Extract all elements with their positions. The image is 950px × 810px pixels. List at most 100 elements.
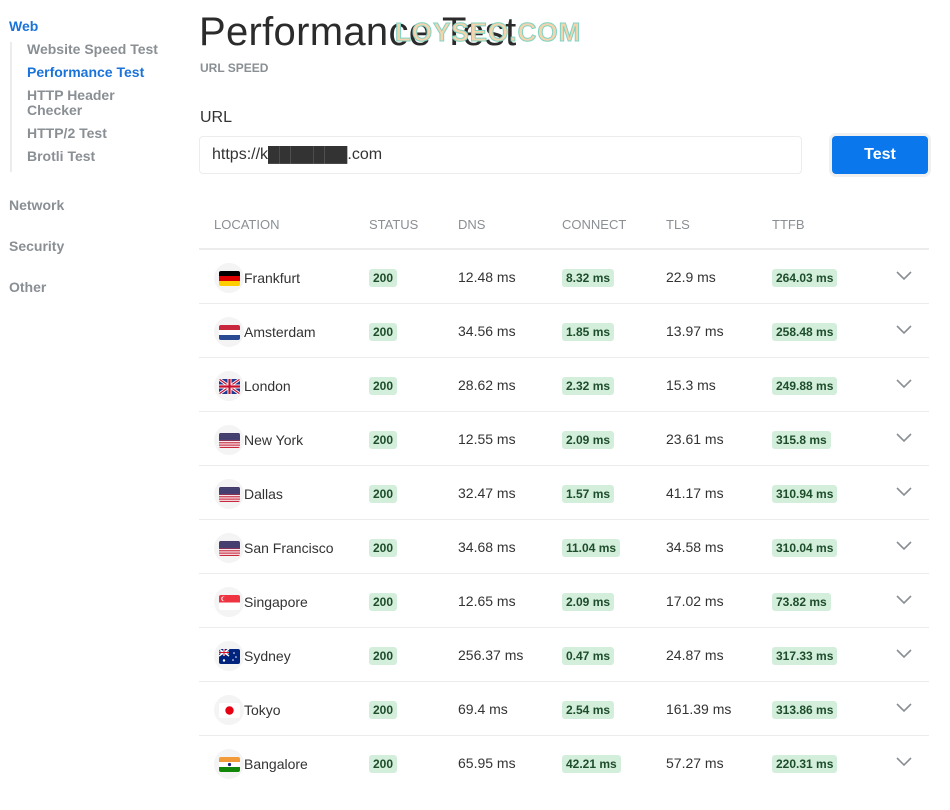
connect-badge: 42.21 ms [562,755,621,773]
connect-badge: 2.54 ms [562,701,615,719]
sidebar-item-website-speed-test[interactable]: Website Speed Test [27,42,180,57]
expand-row-button[interactable] [895,374,913,392]
tls-value: 15.3 ms [666,377,716,393]
table-row-singapore[interactable]: Singapore 200 12.65 ms 2.09 ms 17.02 ms … [199,574,929,628]
ttfb-cell: 220.31 ms [772,755,838,773]
sidebar-section-network[interactable]: Network [9,197,64,213]
table-row-frankfurt[interactable]: Frankfurt 200 12.48 ms 8.32 ms 22.9 ms 2… [199,250,929,304]
column-header-dns: DNS [458,217,486,232]
dns-value: 32.47 ms [458,485,516,501]
connect-badge: 11.04 ms [562,539,621,557]
ttfb-cell: 313.86 ms [772,701,838,719]
expand-row-button[interactable] [895,590,913,608]
status-cell: 200 [369,647,398,665]
column-header-tls: TLS [666,217,690,232]
column-header-status: STATUS [369,217,419,232]
expand-row-button[interactable] [895,482,913,500]
table-body: Frankfurt 200 12.48 ms 8.32 ms 22.9 ms 2… [199,250,929,790]
status-badge: 200 [369,539,398,557]
connect-badge: 1.57 ms [562,485,615,503]
tls-value: 22.9 ms [666,269,716,285]
sidebar-item-performance-test[interactable]: Performance Test [27,65,180,80]
table-row-dallas[interactable]: Dallas 200 32.47 ms 1.57 ms 41.17 ms 310… [199,466,929,520]
table-row-amsterdam[interactable]: Amsterdam 200 34.56 ms 1.85 ms 13.97 ms … [199,304,929,358]
sidebar-item-brotli-test[interactable]: Brotli Test [27,149,180,164]
sidebar-item-http2-test[interactable]: HTTP/2 Test [27,126,180,141]
expand-row-button[interactable] [895,752,913,770]
location-cell: Dallas [214,479,283,509]
table-row-bangalore[interactable]: Bangalore 200 65.95 ms 42.21 ms 57.27 ms… [199,736,929,790]
sidebar-item-http-header-checker[interactable]: HTTP Header Checker [27,88,137,118]
dns-value: 256.37 ms [458,647,524,663]
table-row-london[interactable]: London 200 28.62 ms 2.32 ms 15.3 ms 249.… [199,358,929,412]
url-input[interactable] [199,136,802,174]
location-name: Tokyo [244,702,281,718]
ttfb-cell: 310.04 ms [772,539,838,557]
sidebar-section-security[interactable]: Security [9,238,64,254]
status-badge: 200 [369,323,398,341]
expand-row-button[interactable] [895,536,913,554]
location-cell: Amsterdam [214,317,316,347]
table-row-sydney[interactable]: Sydney 200 256.37 ms 0.47 ms 24.87 ms 31… [199,628,929,682]
location-cell: Singapore [214,587,308,617]
sidebar-section-web[interactable]: Web [9,18,38,34]
connect-cell: 2.32 ms [562,377,615,395]
expand-row-button[interactable] [895,320,913,338]
expand-row-button[interactable] [895,266,913,284]
location-cell: Bangalore [214,749,308,779]
status-cell: 200 [369,701,398,719]
ttfb-badge: 315.8 ms [772,431,831,449]
ttfb-badge: 310.04 ms [772,539,838,557]
ttfb-badge: 258.48 ms [772,323,838,341]
expand-row-button[interactable] [895,698,913,716]
ttfb-cell: 264.03 ms [772,269,838,287]
results-table: LOCATION STATUS DNS CONNECT TLS TTFB Fra… [199,196,929,790]
table-row-tokyo[interactable]: Tokyo 200 69.4 ms 2.54 ms 161.39 ms 313.… [199,682,929,736]
location-name: New York [244,432,304,448]
tls-value: 57.27 ms [666,755,724,771]
expand-row-button[interactable] [895,428,913,446]
chevron-down-icon [896,541,912,551]
web-submenu: Website Speed Test Performance Test HTTP… [10,42,180,172]
flag-jp-icon [214,695,244,725]
connect-cell: 8.32 ms [562,269,615,287]
ttfb-cell: 73.82 ms [772,593,831,611]
location-name: London [244,378,291,394]
table-row-new-york[interactable]: New York 200 12.55 ms 2.09 ms 23.61 ms 3… [199,412,929,466]
flag-au-icon [214,641,244,671]
ttfb-cell: 249.88 ms [772,377,838,395]
sidebar-section-other[interactable]: Other [9,279,46,295]
status-cell: 200 [369,431,398,449]
location-name: San Francisco [244,540,334,556]
dns-value: 28.62 ms [458,377,516,393]
connect-badge: 2.09 ms [562,593,615,611]
ttfb-cell: 310.94 ms [772,485,838,503]
flag-in-icon [214,749,244,779]
tls-value: 34.58 ms [666,539,724,555]
expand-row-button[interactable] [895,644,913,662]
ttfb-cell: 315.8 ms [772,431,831,449]
ttfb-cell: 258.48 ms [772,323,838,341]
status-badge: 200 [369,431,398,449]
status-badge: 200 [369,485,398,503]
chevron-down-icon [896,757,912,767]
ttfb-badge: 220.31 ms [772,755,838,773]
location-name: Sydney [244,648,291,664]
connect-cell: 2.54 ms [562,701,615,719]
connect-cell: 2.09 ms [562,593,615,611]
test-button[interactable]: Test [832,136,928,174]
chevron-down-icon [896,649,912,659]
dns-value: 12.65 ms [458,593,516,609]
connect-cell: 0.47 ms [562,647,615,665]
watermark: LOYSEO.COM [394,17,582,48]
status-badge: 200 [369,647,398,665]
tls-value: 17.02 ms [666,593,724,609]
status-badge: 200 [369,701,398,719]
status-cell: 200 [369,755,398,773]
table-row-san-francisco[interactable]: San Francisco 200 34.68 ms 11.04 ms 34.5… [199,520,929,574]
location-cell: London [214,371,291,401]
connect-badge: 0.47 ms [562,647,615,665]
chevron-down-icon [896,487,912,497]
status-cell: 200 [369,323,398,341]
ttfb-badge: 310.94 ms [772,485,838,503]
